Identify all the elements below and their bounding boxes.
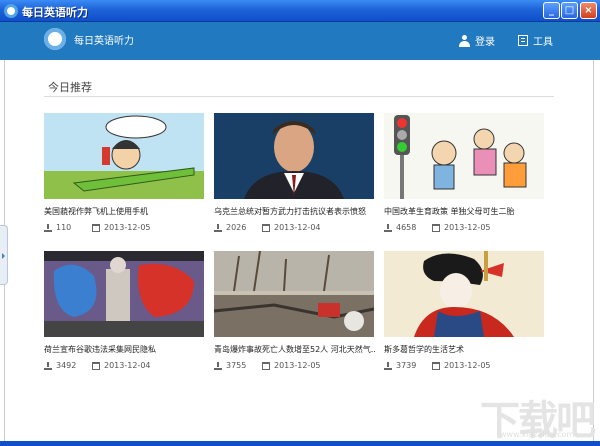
download-icon [214, 361, 222, 370]
publish-date: 2013-12-04 [262, 223, 321, 232]
article-title[interactable]: 青岛爆炸事故死亡人数增至52人 河北天然气... [214, 344, 376, 355]
download-icon [384, 223, 392, 232]
publish-date: 2013-12-05 [432, 223, 491, 232]
section-title: 今日推荐 [48, 81, 92, 94]
article-title[interactable]: 中国改革生育政策 单独父母可生二胎 [384, 206, 546, 217]
download-count-value: 4658 [396, 223, 417, 232]
article-card[interactable]: 斯多葛哲学的生活艺术 3739 2013-12-05 [384, 251, 544, 373]
download-icon [384, 361, 392, 370]
download-count-value: 2026 [226, 223, 247, 232]
article-title[interactable]: 美国藐视作弊飞机上使用手机 [44, 206, 206, 217]
app-name: 每日英语听力 [74, 36, 134, 47]
calendar-icon [92, 223, 100, 232]
publish-date-value: 2013-12-05 [104, 223, 151, 232]
download-count-value: 3755 [226, 361, 247, 370]
window-bottom-border [0, 441, 600, 446]
download-count: 4658 [384, 223, 416, 232]
section-divider [44, 96, 554, 97]
download-count: 3755 [214, 361, 246, 370]
calendar-icon [432, 361, 440, 370]
close-button[interactable]: × [580, 2, 597, 19]
sidebar-toggle-handle[interactable] [0, 225, 8, 285]
calendar-icon [262, 361, 270, 370]
app-icon [4, 4, 18, 18]
article-thumbnail[interactable] [44, 251, 204, 337]
download-count: 2026 [214, 223, 246, 232]
tools-button[interactable]: 工具 [518, 33, 553, 48]
article-card[interactable]: 乌克兰总统对暂方武力打击抗议者表示愤怒 2026 2013-12-04 [214, 113, 374, 235]
window-titlebar[interactable]: 每日英语听力 _ □ × [0, 0, 600, 22]
login-button[interactable]: 登录 [459, 33, 495, 48]
download-count-value: 110 [56, 223, 72, 232]
article-thumbnail[interactable] [214, 113, 374, 199]
publish-date-value: 2013-12-05 [444, 223, 491, 232]
article-thumbnail[interactable] [214, 251, 374, 337]
download-count-value: 3492 [56, 361, 77, 370]
calendar-icon [92, 361, 100, 370]
publish-date: 2013-12-05 [432, 361, 491, 370]
watermark-url: www.xiazaiba.com [500, 430, 575, 439]
article-card[interactable]: 美国藐视作弊飞机上使用手机 110 2013-12-05 [44, 113, 204, 235]
article-card[interactable]: 中国改革生育政策 单独父母可生二胎 4658 2013-12-05 [384, 113, 544, 235]
publish-date-value: 2013-12-04 [104, 361, 151, 370]
tools-label: 工具 [533, 37, 553, 48]
tools-icon [518, 35, 528, 46]
publish-date-value: 2013-12-04 [274, 223, 321, 232]
article-card[interactable]: 荷兰宣布谷歌违法采集网民隐私 3492 2013-12-04 [44, 251, 204, 373]
publish-date-value: 2013-12-05 [274, 361, 321, 370]
download-count: 110 [44, 223, 71, 232]
article-title[interactable]: 斯多葛哲学的生活艺术 [384, 344, 546, 355]
download-icon [44, 361, 52, 370]
publish-date: 2013-12-05 [262, 361, 321, 370]
publish-date-value: 2013-12-05 [444, 361, 491, 370]
article-thumbnail[interactable] [384, 113, 544, 199]
publish-date: 2013-12-05 [92, 223, 151, 232]
article-title[interactable]: 乌克兰总统对暂方武力打击抗议者表示愤怒 [214, 206, 376, 217]
download-icon [44, 223, 52, 232]
download-count-value: 3739 [396, 361, 417, 370]
article-thumbnail[interactable] [384, 251, 544, 337]
minimize-button[interactable]: _ [543, 2, 560, 19]
calendar-icon [432, 223, 440, 232]
app-header: 每日英语听力 登录 工具 [0, 22, 600, 60]
download-count: 3739 [384, 361, 416, 370]
calendar-icon [262, 223, 270, 232]
article-card[interactable]: 青岛爆炸事故死亡人数增至52人 河北天然气... 3755 2013-12-05 [214, 251, 376, 373]
publish-date: 2013-12-04 [92, 361, 151, 370]
article-title[interactable]: 荷兰宣布谷歌违法采集网民隐私 [44, 344, 206, 355]
article-thumbnail[interactable] [44, 113, 204, 199]
maximize-button[interactable]: □ [561, 2, 578, 19]
login-label: 登录 [475, 37, 495, 48]
window-title: 每日英语听力 [22, 6, 88, 19]
download-icon [214, 223, 222, 232]
app-logo-icon [44, 28, 66, 50]
download-count: 3492 [44, 361, 76, 370]
user-icon [459, 34, 470, 47]
